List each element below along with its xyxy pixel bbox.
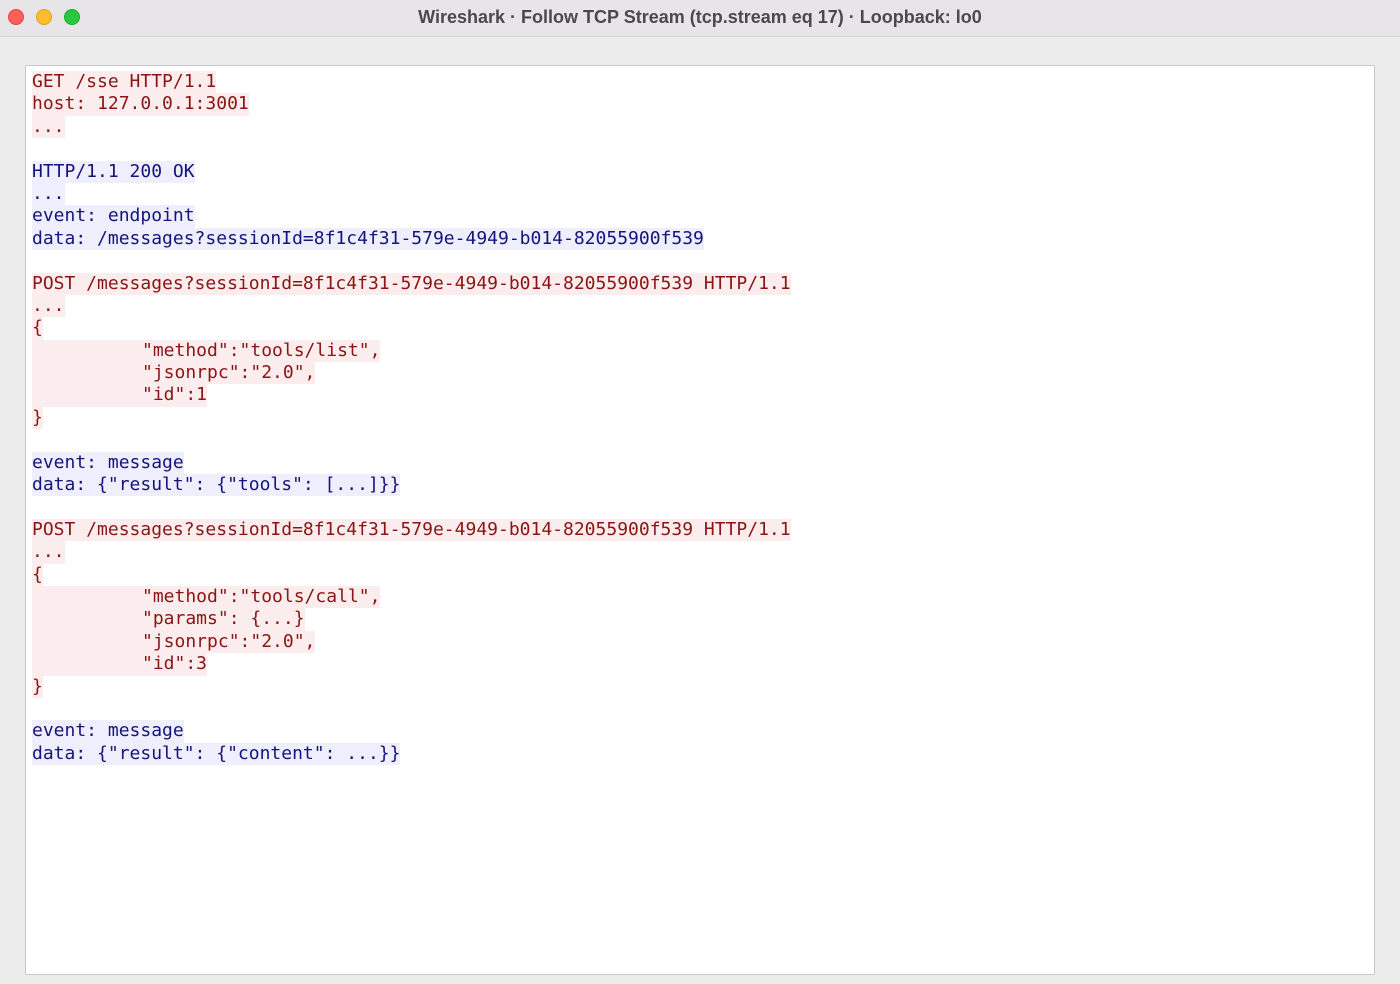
- client-payload-text: POST /messages?sessionId=8f1c4f31-579e-4…: [32, 272, 791, 295]
- server-payload-text: event: message: [32, 451, 184, 475]
- stream-line-client: ...: [32, 294, 791, 318]
- client-payload-text: }: [32, 675, 43, 698]
- stream-line-server: ...: [32, 182, 791, 206]
- stream-blank-line: [32, 250, 791, 272]
- client-payload-text: "params": {...}: [142, 608, 305, 631]
- stream-line-client: POST /messages?sessionId=8f1c4f31-579e-4…: [32, 272, 791, 295]
- stream-line-client: }: [32, 406, 791, 430]
- stream-line-client: "method":"tools/list",: [32, 339, 791, 363]
- stream-line-client: "method":"tools/call",: [32, 585, 791, 609]
- stream-line-client: ...: [32, 115, 791, 139]
- stream-blank-line: [32, 698, 791, 720]
- wireshark-window: Wireshark · Follow TCP Stream (tcp.strea…: [0, 0, 1400, 984]
- client-payload-text: "method":"tools/call",: [142, 585, 381, 609]
- stream-line-server: data: {"result": {"content": ...}}: [32, 742, 791, 766]
- stream-line-client: ...: [32, 541, 791, 564]
- tcp-stream-text-area[interactable]: GET /sse HTTP/1.1 host: 127.0.0.1:3001...…: [25, 65, 1375, 975]
- client-payload-text: ...: [32, 115, 65, 139]
- server-payload-text: event: endpoint: [32, 205, 195, 228]
- stream-blank-line: [32, 496, 791, 518]
- client-payload-text: {: [32, 563, 43, 586]
- indent-spacer: [32, 362, 142, 385]
- client-payload-text: GET /sse HTTP/1.1: [32, 71, 217, 94]
- server-payload-text: data: {"result": {"content": ...}}: [32, 742, 401, 766]
- stream-blank-line: [32, 429, 791, 451]
- window-title: Wireshark · Follow TCP Stream (tcp.strea…: [418, 7, 982, 27]
- indent-spacer: [32, 653, 142, 676]
- server-payload-text: ...: [32, 182, 65, 206]
- client-payload-text: ...: [32, 294, 65, 318]
- title-bar[interactable]: Wireshark · Follow TCP Stream (tcp.strea…: [0, 0, 1400, 37]
- stream-line-client: "jsonrpc":"2.0",: [32, 630, 791, 654]
- stream-line-server: event: message: [32, 720, 791, 743]
- stream-line-client: "id":1: [32, 384, 791, 407]
- stream-line-server: data: {"result": {"tools": [...]}}: [32, 474, 791, 497]
- stream-line-client: {: [32, 317, 791, 340]
- stream-blank-line: [32, 138, 791, 160]
- indent-spacer: [32, 585, 142, 609]
- stream-line-client: "jsonrpc":"2.0",: [32, 362, 791, 385]
- stream-line-client: POST /messages?sessionId=8f1c4f31-579e-4…: [32, 518, 791, 542]
- stream-line-server: event: endpoint: [32, 205, 791, 228]
- client-payload-text: }: [32, 406, 43, 430]
- indent-spacer: [32, 608, 142, 631]
- client-payload-text: POST /messages?sessionId=8f1c4f31-579e-4…: [32, 518, 791, 542]
- stream-line-server: data: /messages?sessionId=8f1c4f31-579e-…: [32, 227, 791, 251]
- stream-line-server: event: message: [32, 451, 791, 475]
- client-payload-text: "id":1: [142, 384, 208, 407]
- server-payload-text: HTTP/1.1 200 OK: [32, 160, 195, 183]
- stream-line-client: }: [32, 675, 791, 698]
- stream-line-client: "params": {...}: [32, 608, 791, 631]
- indent-spacer: [32, 384, 142, 407]
- client-payload-text: ...: [32, 541, 65, 564]
- stream-line-client: "id":3: [32, 653, 791, 676]
- client-payload-text: "jsonrpc":"2.0",: [142, 362, 316, 385]
- client-payload-text: host: 127.0.0.1:3001: [32, 93, 249, 116]
- server-payload-text: data: /messages?sessionId=8f1c4f31-579e-…: [32, 227, 704, 251]
- client-payload-text: "method":"tools/list",: [142, 339, 381, 363]
- client-payload-text: "id":3: [142, 653, 208, 676]
- stream-line-client: host: 127.0.0.1:3001: [32, 93, 791, 116]
- indent-spacer: [32, 630, 142, 654]
- stream-content: GET /sse HTTP/1.1 host: 127.0.0.1:3001...…: [32, 71, 791, 766]
- client-payload-text: "jsonrpc":"2.0",: [142, 630, 316, 654]
- server-payload-text: data: {"result": {"tools": [...]}}: [32, 474, 401, 497]
- server-payload-text: event: message: [32, 720, 184, 743]
- stream-line-server: HTTP/1.1 200 OK: [32, 160, 791, 183]
- stream-line-client: GET /sse HTTP/1.1: [32, 71, 791, 94]
- client-payload-text: {: [32, 317, 43, 340]
- indent-spacer: [32, 339, 142, 363]
- stream-line-client: {: [32, 563, 791, 586]
